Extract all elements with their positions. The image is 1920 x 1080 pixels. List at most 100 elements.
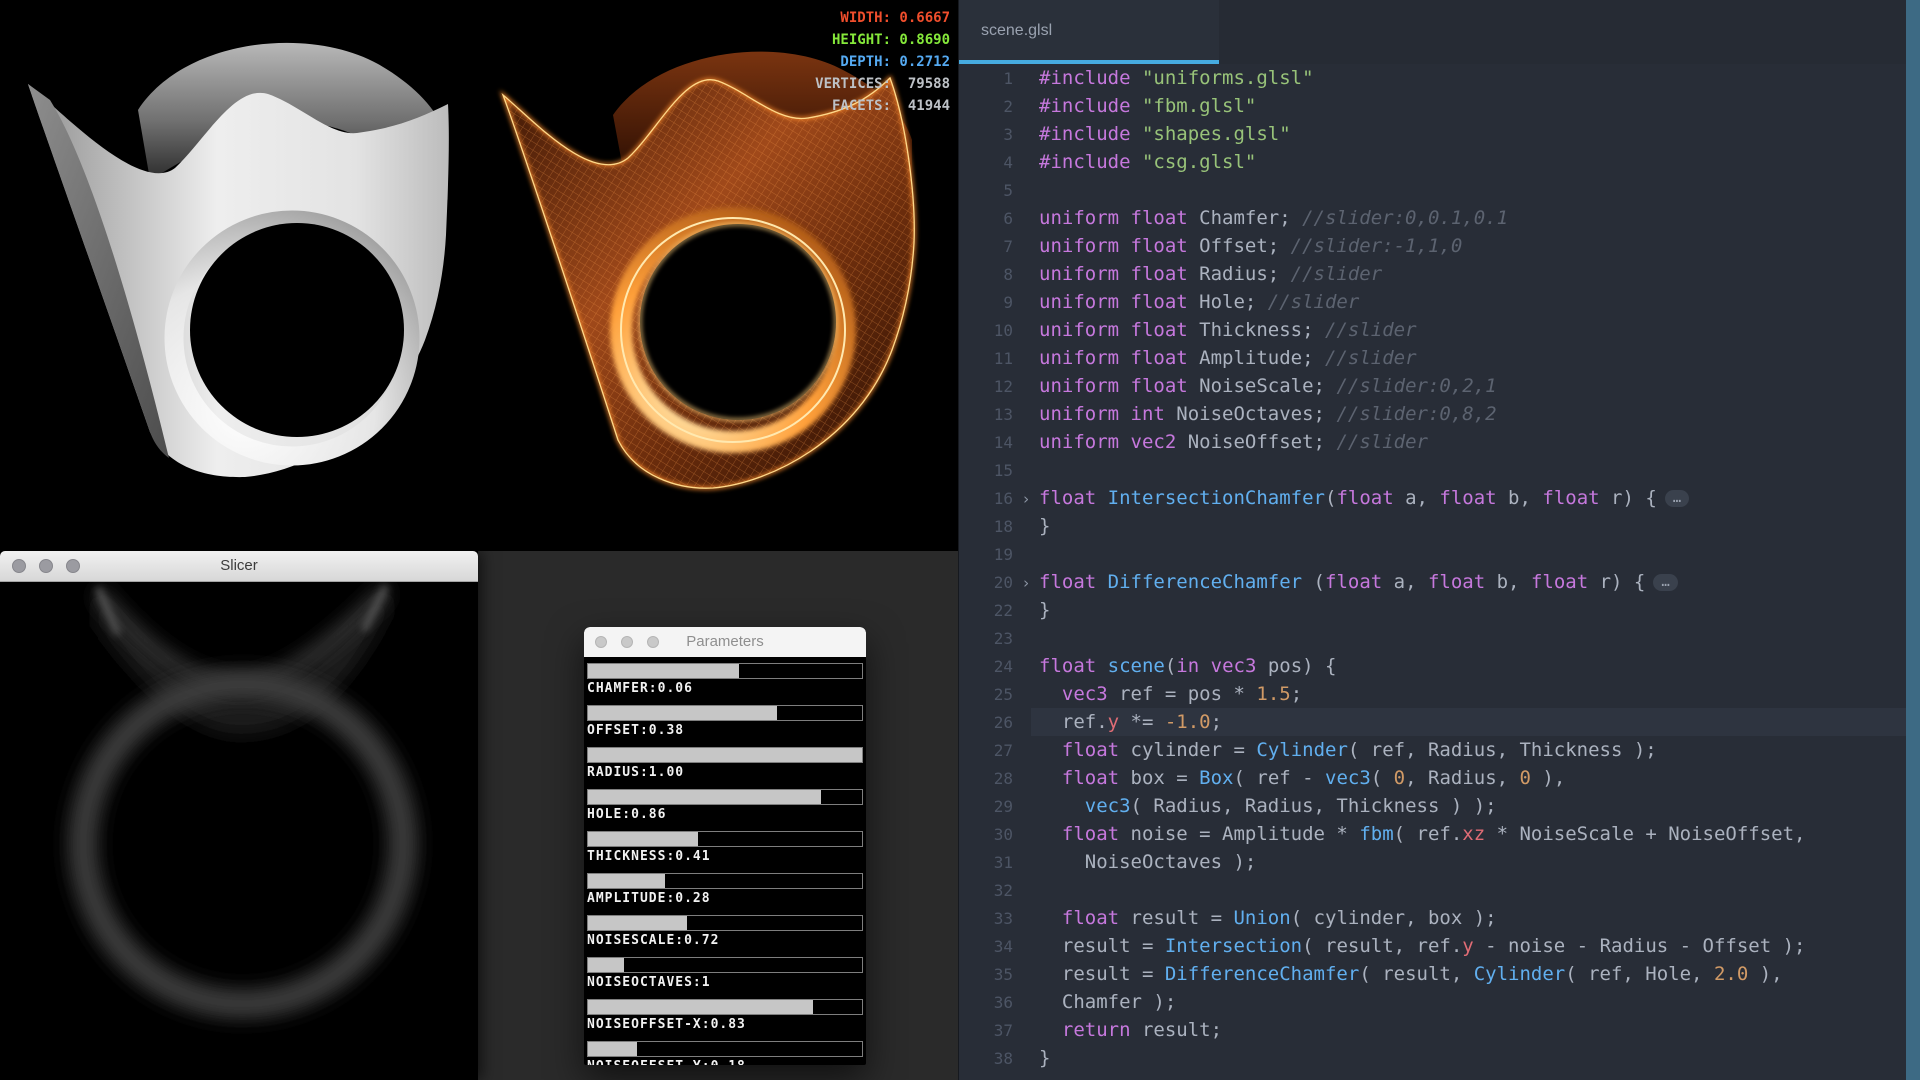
line-number: 22	[959, 597, 1013, 625]
code-area[interactable]: 1#include "uniforms.glsl"2#include "fbm.…	[959, 64, 1920, 1080]
code-line-33[interactable]: 33 float result = Union( cylinder, box )…	[959, 904, 1920, 932]
traffic-light-minimize-button[interactable]	[621, 636, 633, 648]
code-line-8[interactable]: 8uniform float Radius; //slider	[959, 260, 1920, 288]
traffic-light-close-button[interactable]	[12, 559, 26, 573]
traffic-light-close-button[interactable]	[595, 636, 607, 648]
line-number: 35	[959, 961, 1013, 989]
code-line-10[interactable]: 10uniform float Thickness; //slider	[959, 316, 1920, 344]
slider-label-noiseoffset-x: NOISEOFFSET-X:0.83	[587, 1019, 863, 1031]
code-line-29[interactable]: 29 vec3( Radius, Radius, Thickness ) );	[959, 792, 1920, 820]
fold-chevron-icon[interactable]: ›	[1013, 569, 1039, 597]
tab-scene-glsl[interactable]: scene.glsl	[959, 0, 1219, 64]
code-token: //slider	[1325, 319, 1417, 341]
code-line-12[interactable]: 12uniform float NoiseScale; //slider:0,2…	[959, 372, 1920, 400]
slider-fill-radius	[588, 748, 862, 762]
code-token: Hole;	[1188, 291, 1268, 313]
code-token: float	[1062, 739, 1119, 761]
traffic-light-minimize-button[interactable]	[39, 559, 53, 573]
slider-track-noisescale[interactable]	[587, 915, 863, 931]
code-token: ;	[1291, 683, 1302, 705]
fold-chevron-icon[interactable]: ›	[1013, 485, 1039, 513]
code-token: uniform float	[1039, 207, 1188, 229]
code-line-7[interactable]: 7uniform float Offset; //slider:-1,1,0	[959, 232, 1920, 260]
slider-track-offset[interactable]	[587, 705, 863, 721]
code-token: vec3	[1085, 795, 1131, 817]
code-token: Offset;	[1188, 235, 1291, 257]
code-line-31[interactable]: 31 NoiseOctaves );	[959, 848, 1920, 876]
code-line-20[interactable]: 20›float DifferenceChamfer (float a, flo…	[959, 568, 1920, 596]
code-line-37[interactable]: 37 return result;	[959, 1016, 1920, 1044]
slider-track-noiseoctaves[interactable]	[587, 957, 863, 973]
code-line-6[interactable]: 6uniform float Chamfer; //slider:0,0.1,0…	[959, 204, 1920, 232]
code-line-30[interactable]: 30 float noise = Amplitude * fbm( ref.xz…	[959, 820, 1920, 848]
white-ring-render	[0, 0, 478, 551]
stat-vertices: VERTICES: 79588	[815, 73, 950, 95]
code-token: "csg.glsl"	[1142, 151, 1256, 173]
code-line-25[interactable]: 25 vec3 ref = pos * 1.5;	[959, 680, 1920, 708]
slider-track-hole[interactable]	[587, 789, 863, 805]
code-line-16[interactable]: 16›float IntersectionChamfer(float a, fl…	[959, 484, 1920, 512]
slider-amplitude: AMPLITUDE:0.28	[587, 873, 863, 905]
code-token: #include	[1039, 123, 1142, 145]
code-line-26[interactable]: 26 ref.y *= -1.0;	[959, 708, 1920, 736]
code-line-13[interactable]: 13uniform int NoiseOctaves; //slider:0,8…	[959, 400, 1920, 428]
line-number: 13	[959, 401, 1013, 429]
line-number: 28	[959, 765, 1013, 793]
code-line-28[interactable]: 28 float box = Box( ref - vec3( 0, Radiu…	[959, 764, 1920, 792]
code-line-1[interactable]: 1#include "uniforms.glsl"	[959, 64, 1920, 92]
code-token: ( Radius, Radius, Thickness ) );	[1131, 795, 1497, 817]
slider-track-thickness[interactable]	[587, 831, 863, 847]
code-line-23[interactable]: 23	[959, 624, 1920, 652]
code-token: pos) {	[1256, 655, 1336, 677]
slider-track-radius[interactable]	[587, 747, 863, 763]
code-line-19[interactable]: 19	[959, 540, 1920, 568]
code-token	[1199, 655, 1210, 677]
code-line-38[interactable]: 38}	[959, 1044, 1920, 1072]
code-line-35[interactable]: 35 result = DifferenceChamfer( result, C…	[959, 960, 1920, 988]
code-line-32[interactable]: 32	[959, 876, 1920, 904]
slicer-titlebar[interactable]: Slicer	[0, 551, 478, 582]
folded-code-ellipsis-icon[interactable]: …	[1665, 490, 1689, 507]
line-number: 23	[959, 625, 1013, 653]
code-line-2[interactable]: 2#include "fbm.glsl"	[959, 92, 1920, 120]
line-number: 2	[959, 93, 1013, 121]
code-line-24[interactable]: 24float scene(in vec3 pos) {	[959, 652, 1920, 680]
slider-label-noiseoctaves: NOISEOCTAVES:1	[587, 977, 863, 989]
slider-track-chamfer[interactable]	[587, 663, 863, 679]
slider-track-noiseoffset-x[interactable]	[587, 999, 863, 1015]
code-token: 2.0	[1714, 963, 1748, 985]
code-token: xz	[1462, 823, 1485, 845]
code-token: //slider	[1268, 291, 1360, 313]
slider-track-noiseoffset-y[interactable]	[587, 1041, 863, 1057]
code-line-18[interactable]: 18}	[959, 512, 1920, 540]
slider-label-radius: RADIUS:1.00	[587, 767, 863, 779]
code-line-11[interactable]: 11uniform float Amplitude; //slider	[959, 344, 1920, 372]
code-line-39[interactable]: 39	[959, 1072, 1920, 1080]
code-token: (	[1302, 571, 1325, 593]
slider-radius: RADIUS:1.00	[587, 747, 863, 779]
code-token: float	[1062, 767, 1119, 789]
code-token: * NoiseScale + NoiseOffset,	[1485, 823, 1805, 845]
code-line-14[interactable]: 14uniform vec2 NoiseOffset; //slider	[959, 428, 1920, 456]
code-line-27[interactable]: 27 float cylinder = Cylinder( ref, Radiu…	[959, 736, 1920, 764]
parameters-titlebar[interactable]: Parameters	[584, 627, 866, 657]
code-line-4[interactable]: 4#include "csg.glsl"	[959, 148, 1920, 176]
code-line-36[interactable]: 36 Chamfer );	[959, 988, 1920, 1016]
slider-track-amplitude[interactable]	[587, 873, 863, 889]
slider-label-amplitude: AMPLITUDE:0.28	[587, 893, 863, 905]
slider-fill-noisescale	[588, 916, 687, 930]
code-line-9[interactable]: 9uniform float Hole; //slider	[959, 288, 1920, 316]
traffic-light-zoom-button[interactable]	[66, 559, 80, 573]
folded-code-ellipsis-icon[interactable]: …	[1653, 574, 1677, 591]
line-number: 32	[959, 877, 1013, 905]
code-line-34[interactable]: 34 result = Intersection( result, ref.y …	[959, 932, 1920, 960]
code-line-3[interactable]: 3#include "shapes.glsl"	[959, 120, 1920, 148]
code-line-15[interactable]: 15	[959, 456, 1920, 484]
code-token: float	[1325, 571, 1382, 593]
code-token: (	[1165, 655, 1176, 677]
editor-scrollbar[interactable]	[1906, 0, 1920, 1080]
code-line-5[interactable]: 5	[959, 176, 1920, 204]
code-token: - noise - Radius - Offset );	[1474, 935, 1806, 957]
traffic-light-zoom-button[interactable]	[647, 636, 659, 648]
code-line-22[interactable]: 22}	[959, 596, 1920, 624]
